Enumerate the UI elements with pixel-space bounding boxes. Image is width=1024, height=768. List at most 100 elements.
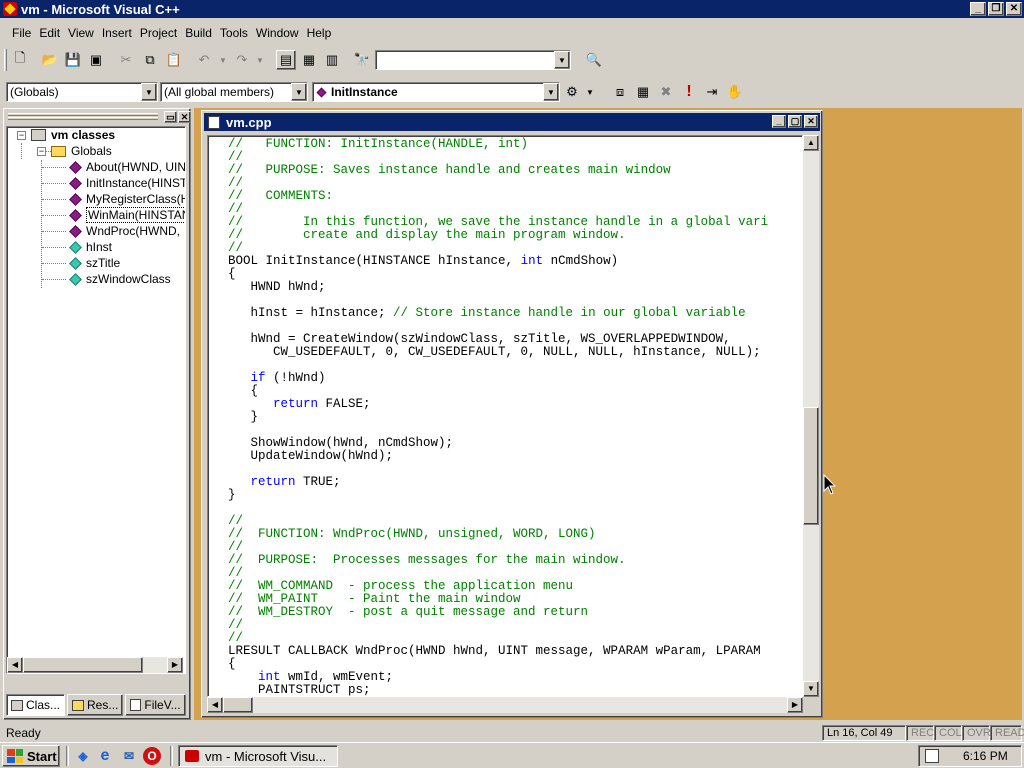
- undo-icon[interactable]: ↶: [194, 50, 214, 70]
- menu-view[interactable]: View: [64, 26, 98, 40]
- search-icon[interactable]: 🔍: [584, 50, 604, 70]
- internet-explorer-icon[interactable]: e: [96, 747, 114, 765]
- root-collapse-icon[interactable]: −: [17, 131, 26, 140]
- paste-icon[interactable]: 📋: [164, 50, 184, 70]
- tree-item-sztitle[interactable]: szTitle: [69, 255, 120, 271]
- editor-titlebar[interactable]: vm.cpp _ ▢ ✕: [204, 113, 820, 131]
- code-editor[interactable]: // FUNCTION: InitInstance(HANDLE, int) //…: [207, 135, 803, 697]
- find-combo-arrow-icon[interactable]: ▼: [554, 51, 570, 69]
- wizard-action-dropdown-icon[interactable]: ▼: [580, 82, 600, 102]
- tab-fileview[interactable]: FileV...: [125, 694, 186, 716]
- tree-item-winmain[interactable]: WinMain(HINSTAN: [69, 207, 185, 223]
- execute-icon[interactable]: !: [679, 82, 699, 102]
- window-list-icon[interactable]: ▥: [322, 50, 342, 70]
- tree-item-hinst[interactable]: hInst: [69, 239, 112, 255]
- code-line: HWND hWnd;: [228, 280, 326, 294]
- editor-minimize-button[interactable]: _: [772, 115, 786, 128]
- menu-build[interactable]: Build: [181, 26, 216, 40]
- menu-file[interactable]: File: [8, 26, 35, 40]
- cut-icon[interactable]: ✂: [116, 50, 136, 70]
- scroll-left-icon[interactable]: ◀: [207, 697, 223, 713]
- menu-help[interactable]: Help: [303, 26, 336, 40]
- menu-tools[interactable]: Tools: [216, 26, 252, 40]
- opera-icon[interactable]: O: [143, 747, 161, 765]
- visual-cpp-app-icon[interactable]: [3, 2, 17, 16]
- tree-item-wndproc[interactable]: WndProc(HWND,: [69, 223, 180, 239]
- open-folder-icon[interactable]: 📂: [40, 50, 60, 70]
- variable-icon: [69, 256, 82, 270]
- menu-edit[interactable]: Edit: [35, 26, 64, 40]
- function-combo-value: InitInstance: [331, 85, 398, 99]
- globals-collapse-icon[interactable]: −: [37, 147, 46, 156]
- tree-item-about[interactable]: About(HWND, UIN: [69, 159, 185, 175]
- scroll-right-icon[interactable]: ▶: [787, 697, 803, 713]
- members-combo-arrow-icon[interactable]: ▼: [291, 83, 307, 101]
- start-button[interactable]: Start: [2, 745, 60, 767]
- tree-item-initinstance[interactable]: InitInstance(HINST: [69, 175, 185, 191]
- tree-folder-globals[interactable]: Globals: [51, 143, 112, 159]
- outlook-express-icon[interactable]: ✉: [120, 747, 138, 765]
- copy-icon[interactable]: ⧉: [140, 50, 160, 70]
- new-text-file-icon[interactable]: 🗋: [10, 50, 30, 70]
- undo-dropdown-icon[interactable]: ▼: [213, 50, 233, 70]
- status-col: COL: [934, 725, 962, 741]
- show-desktop-icon[interactable]: ◈: [74, 747, 92, 765]
- tree-root[interactable]: vm classes: [31, 127, 115, 143]
- scroll-left-icon[interactable]: ◀: [7, 657, 23, 673]
- workspace-toggle-icon[interactable]: ▤: [276, 50, 296, 70]
- toolbar-grip[interactable]: [4, 49, 7, 71]
- function-combo-arrow-icon[interactable]: ▼: [543, 83, 559, 101]
- find-in-files-icon[interactable]: 🔭: [352, 50, 372, 70]
- find-combo[interactable]: ▼: [375, 50, 571, 70]
- scroll-down-icon[interactable]: ▼: [803, 681, 819, 697]
- workspace-close-icon[interactable]: ✕: [178, 111, 191, 123]
- tree-item-szwindowclass[interactable]: szWindowClass: [69, 271, 171, 287]
- tray-network-icon[interactable]: [925, 749, 939, 763]
- clock[interactable]: 6:16 PM: [963, 749, 1008, 763]
- editor-close-button[interactable]: ✕: [804, 115, 818, 128]
- save-all-icon[interactable]: ▣: [86, 50, 106, 70]
- redo-icon[interactable]: ↷: [232, 50, 252, 70]
- cpp-file-icon[interactable]: [208, 115, 220, 129]
- editor-hscrollbar[interactable]: ◀ ▶: [207, 697, 803, 713]
- tree-item-myregisterclass[interactable]: MyRegisterClass(H: [69, 191, 185, 207]
- workspace-maximize-icon[interactable]: ▭: [164, 111, 177, 123]
- tree-hscrollbar[interactable]: ◀ ▶: [7, 657, 183, 673]
- compile-icon[interactable]: ⧈: [610, 82, 630, 102]
- wizard-action-icon[interactable]: ⚙: [562, 82, 582, 102]
- class-view-tree: − vm classes − Globals About(HWND, UIN I…: [6, 126, 186, 674]
- menu-project[interactable]: Project: [136, 26, 181, 40]
- code-line: hInst = hInstance; // Store instance han…: [228, 306, 746, 320]
- tab-classview[interactable]: Clas...: [6, 694, 66, 716]
- minimize-button[interactable]: _: [970, 2, 986, 16]
- workspace-grip[interactable]: [8, 113, 158, 116]
- build-icon[interactable]: ▦: [633, 82, 653, 102]
- editor-window: vm.cpp _ ▢ ✕ // FUNCTION: InitInstance(H…: [201, 110, 823, 718]
- tab-resourceview[interactable]: Res...: [67, 694, 124, 716]
- tree-hscroll-thumb[interactable]: [23, 657, 143, 673]
- go-icon[interactable]: ⇥: [702, 82, 722, 102]
- stop-build-icon[interactable]: ✖: [656, 82, 676, 102]
- editor-vscrollbar[interactable]: ▲ ▼: [803, 135, 819, 697]
- redo-dropdown-icon[interactable]: ▼: [250, 50, 270, 70]
- wizardbar-toolbar: (Globals) ▼ (All global members) ▼ InitI…: [0, 78, 1024, 106]
- menu-window[interactable]: Window: [252, 26, 303, 40]
- save-icon[interactable]: 💾: [63, 50, 83, 70]
- code-line: LRESULT CALLBACK WndProc(HWND hWnd, UINT…: [228, 644, 761, 658]
- members-combo[interactable]: (All global members) ▼: [160, 82, 308, 102]
- editor-hscroll-thumb[interactable]: [223, 697, 253, 713]
- function-combo[interactable]: InitInstance ▼: [312, 82, 560, 102]
- scroll-right-icon[interactable]: ▶: [167, 657, 183, 673]
- menu-insert[interactable]: Insert: [98, 26, 136, 40]
- insert-breakpoint-icon[interactable]: ✋: [725, 82, 745, 102]
- restore-button[interactable]: ❐: [988, 2, 1004, 16]
- scroll-up-icon[interactable]: ▲: [803, 135, 819, 151]
- editor-maximize-button[interactable]: ▢: [788, 115, 802, 128]
- scope-combo[interactable]: (Globals) ▼: [6, 82, 158, 102]
- close-button[interactable]: ✕: [1006, 2, 1022, 16]
- output-window-icon[interactable]: ▦: [299, 50, 319, 70]
- editor-vscroll-thumb[interactable]: [803, 407, 819, 525]
- taskbar-item-visual-cpp[interactable]: vm - Microsoft Visu...: [178, 745, 338, 767]
- scope-combo-arrow-icon[interactable]: ▼: [141, 83, 157, 101]
- taskbar-separator: [66, 746, 69, 766]
